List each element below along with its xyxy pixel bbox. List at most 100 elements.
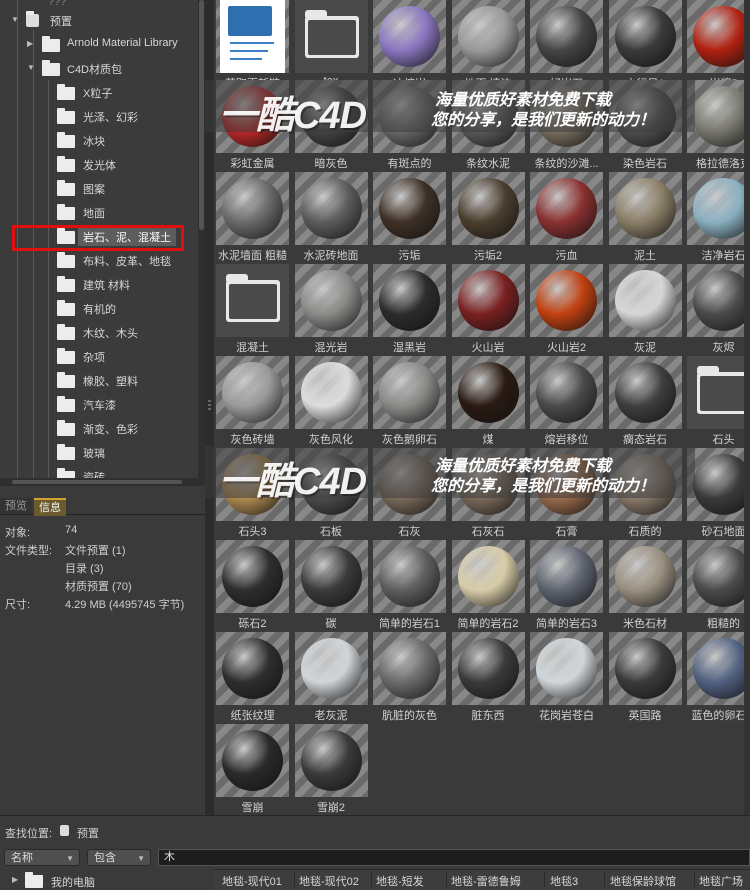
- filter-mode-select[interactable]: 包含 ▼: [87, 849, 151, 866]
- material-tile[interactable]: 暗灰色: [293, 78, 368, 170]
- material-tile[interactable]: 石质的: [607, 446, 682, 538]
- material-tile[interactable]: 格拉德洛克: [685, 78, 750, 170]
- material-tile[interactable]: 火山岩2: [528, 262, 603, 354]
- material-tile[interactable]: 混光岩: [293, 262, 368, 354]
- material-tile[interactable]: 花岗岩苍白: [528, 630, 603, 722]
- tree-folder-item[interactable]: 发光体: [0, 153, 205, 175]
- material-tile[interactable]: 洁净岩石: [685, 170, 750, 262]
- material-tile[interactable]: 蓝色的卵石...: [685, 630, 750, 722]
- scrollbar-thumb[interactable]: [199, 0, 204, 230]
- material-tile[interactable]: 湿黑岩: [371, 262, 446, 354]
- tree-folder-item[interactable]: 有机的: [0, 297, 205, 319]
- material-tile[interactable]: 岩浆5: [685, 0, 750, 90]
- material-tile[interactable]: 条纹的沙滩...: [528, 78, 603, 170]
- material-tile[interactable]: 简单的岩石3: [528, 538, 603, 630]
- material-tile[interactable]: 冰熔岩: [371, 0, 446, 90]
- material-tile[interactable]: 碳: [293, 538, 368, 630]
- material-tile[interactable]: 污血: [528, 170, 603, 262]
- tab-info[interactable]: 信息: [34, 498, 66, 516]
- material-tile[interactable]: tex: [293, 0, 368, 90]
- material-tile[interactable]: 染色岩石: [607, 78, 682, 170]
- material-tile[interactable]: 石灰: [371, 446, 446, 538]
- tree-folder-item[interactable]: 地面: [0, 201, 205, 223]
- material-tile[interactable]: 英国路: [607, 630, 682, 722]
- scrollbar-thumb[interactable]: [12, 480, 182, 484]
- find-location-value[interactable]: 预置: [77, 825, 99, 841]
- material-tile[interactable]: 老灰泥: [293, 630, 368, 722]
- panel-splitter[interactable]: [205, 0, 214, 815]
- tree-folder-item[interactable]: 建筑 材料: [0, 273, 205, 295]
- material-tile[interactable]: 石膏: [528, 446, 603, 538]
- result-item[interactable]: 地毯3: [550, 873, 578, 889]
- material-tile[interactable]: 彩虹金属: [214, 78, 289, 170]
- tree-item-c4d-pack[interactable]: ▼ C4D材质包: [0, 57, 205, 79]
- material-tile[interactable]: 灰色砖墙: [214, 354, 289, 446]
- result-item[interactable]: 地毯-现代02: [299, 873, 359, 889]
- material-tile[interactable]: 水泥墙面 粗糙: [214, 170, 289, 262]
- material-tile[interactable]: 有斑点的: [371, 78, 446, 170]
- tree-folder-item[interactable]: 布料、皮革、地毯: [0, 249, 205, 271]
- tree-folder-item[interactable]: 渐变、色彩: [0, 417, 205, 439]
- material-tile[interactable]: 条纹水泥: [450, 78, 525, 170]
- tree-folder-item[interactable]: 木纹、木头: [0, 321, 205, 343]
- material-tile[interactable]: 砂石地面: [685, 446, 750, 538]
- result-item[interactable]: 地毯保龄球馆: [610, 873, 676, 889]
- material-tile[interactable]: 简单的岩石1: [371, 538, 446, 630]
- tree-folder-item[interactable]: 图案: [0, 177, 205, 199]
- material-tile[interactable]: 粗糙的: [685, 538, 750, 630]
- material-tile[interactable]: 地面 墙边: [450, 0, 525, 90]
- material-tile[interactable]: 石灰石: [450, 446, 525, 538]
- result-item[interactable]: 地毯-短发: [376, 873, 424, 889]
- tree-folder-item[interactable]: 橡胶、塑料: [0, 369, 205, 391]
- material-tile[interactable]: 水泥砖地面: [293, 170, 368, 262]
- material-tile[interactable]: 好岩石: [528, 0, 603, 90]
- material-tile[interactable]: 污垢: [371, 170, 446, 262]
- material-tile[interactable]: 灰泥: [607, 262, 682, 354]
- material-tile[interactable]: 石头: [685, 354, 750, 446]
- material-tile[interactable]: 灰烬: [685, 262, 750, 354]
- collapse-triangle-icon[interactable]: ▶: [12, 875, 18, 884]
- filter-field-select[interactable]: 名称 ▼: [4, 849, 80, 866]
- material-tile[interactable]: 石板: [293, 446, 368, 538]
- material-tile[interactable]: 煤: [450, 354, 525, 446]
- collapse-triangle-icon[interactable]: ▶: [27, 39, 33, 48]
- result-item[interactable]: 地毯-雷德鲁姆: [451, 873, 521, 889]
- result-item[interactable]: 地毯-现代01: [222, 873, 282, 889]
- tree-horizontal-scrollbar[interactable]: [0, 478, 198, 486]
- expand-triangle-icon[interactable]: ▼: [11, 15, 19, 24]
- material-tile[interactable]: 肮脏的灰色: [371, 630, 446, 722]
- expand-triangle-icon[interactable]: ▼: [27, 63, 35, 72]
- material-tile[interactable]: 熔岩移位: [528, 354, 603, 446]
- material-tile[interactable]: 污垢2: [450, 170, 525, 262]
- tree-folder-item[interactable]: 光泽、幻彩: [0, 105, 205, 127]
- material-tile[interactable]: 混凝土: [214, 262, 289, 354]
- material-tile[interactable]: 纸张纹理: [214, 630, 289, 722]
- result-item[interactable]: 地毯广场: [699, 873, 743, 889]
- tab-preview[interactable]: 预览: [0, 498, 32, 514]
- tree-folder-item[interactable]: 汽车漆: [0, 393, 205, 415]
- material-tile[interactable]: 雪崩: [214, 722, 289, 814]
- material-tile[interactable]: 瘸态岩石: [607, 354, 682, 446]
- material-tile[interactable]: 小行星1: [607, 0, 682, 90]
- material-tile[interactable]: 简单的岩石2: [450, 538, 525, 630]
- material-tile[interactable]: 脏东西: [450, 630, 525, 722]
- tree-item-presets[interactable]: ▼ 预置: [0, 9, 205, 31]
- tree-vertical-scrollbar[interactable]: [198, 0, 205, 486]
- material-tile[interactable]: 泥土: [607, 170, 682, 262]
- material-tile[interactable]: m获取更新链...: [214, 0, 289, 90]
- material-tile[interactable]: 砾石2: [214, 538, 289, 630]
- tree-item-arnold[interactable]: ▶ Arnold Material Library: [0, 33, 205, 55]
- material-tile[interactable]: 灰色鹅卵石: [371, 354, 446, 446]
- material-tile[interactable]: 火山岩: [450, 262, 525, 354]
- material-tile[interactable]: 灰色风化: [293, 354, 368, 446]
- tree-folder-item[interactable]: X粒子: [0, 81, 205, 103]
- tree-folder-item[interactable]: 冰块: [0, 129, 205, 151]
- tree-folder-item[interactable]: 玻璃: [0, 441, 205, 463]
- grid-vertical-scrollbar[interactable]: [744, 0, 750, 815]
- material-tile[interactable]: 雪崩2: [293, 722, 368, 814]
- material-thumbnail: [451, 632, 525, 705]
- search-input[interactable]: 木: [158, 849, 750, 866]
- tree-folder-item[interactable]: 杂项: [0, 345, 205, 367]
- material-tile[interactable]: 米色石材: [607, 538, 682, 630]
- material-tile[interactable]: 石头3: [214, 446, 289, 538]
